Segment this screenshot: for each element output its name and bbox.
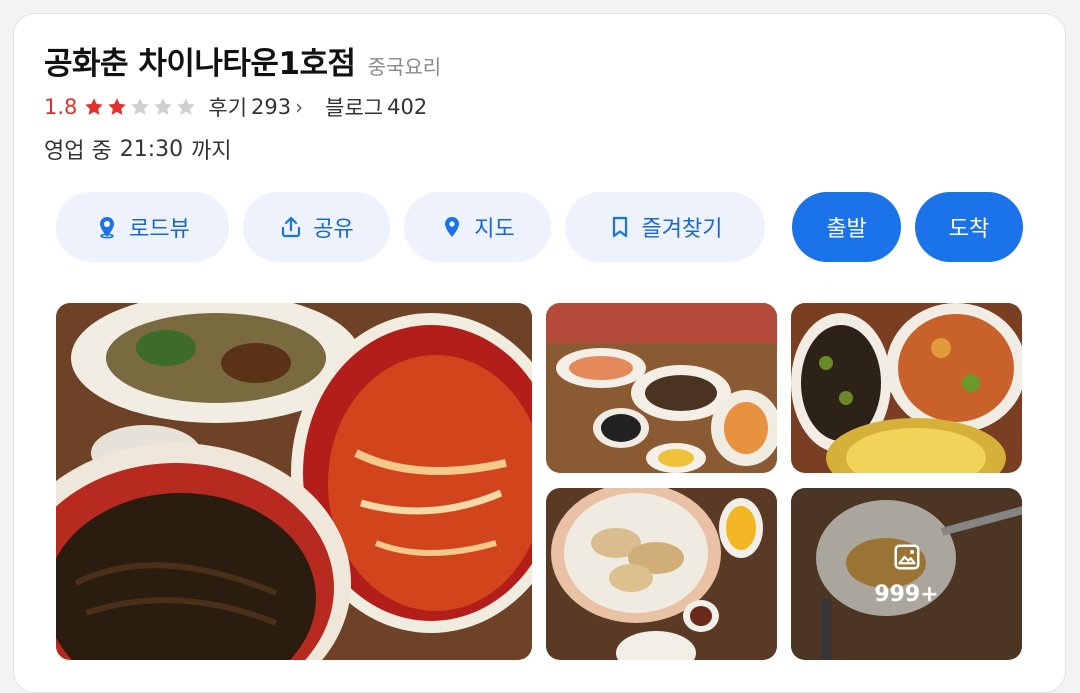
favorite-label: 즐겨찾기 <box>641 217 723 242</box>
map-label: 지도 <box>474 217 515 242</box>
hours-row: 영업 중 21:30 까지 <box>44 133 240 165</box>
rating-stars <box>83 96 198 118</box>
favorite-button[interactable]: 즐겨찾기 <box>565 192 765 262</box>
photo-more[interactable]: 999+ <box>791 488 1022 660</box>
roadview-label: 로드뷰 <box>129 217 190 242</box>
place-category: 중국요리 <box>367 55 442 79</box>
place-name[interactable]: 공화춘 차이나타운1호점 <box>44 38 356 83</box>
arrive-button[interactable]: 도착 <box>915 192 1023 262</box>
star-filled-icon <box>85 98 104 115</box>
depart-button[interactable]: 출발 <box>792 192 901 262</box>
until-label: 까지 <box>191 139 232 164</box>
chevron-right-icon[interactable]: › <box>295 95 303 119</box>
share-label: 공유 <box>313 217 354 242</box>
blog-count[interactable]: 402 <box>387 95 427 119</box>
star-empty-icon <box>154 98 173 115</box>
map-pin-icon <box>445 217 460 237</box>
arrive-label: 도착 <box>948 217 990 242</box>
more-photos-count: 999+ <box>874 581 939 607</box>
photo-4[interactable] <box>546 488 777 660</box>
roadview-button[interactable]: 로드뷰 <box>56 192 229 262</box>
share-icon <box>282 216 301 238</box>
depart-label: 출발 <box>826 217 867 242</box>
share-button[interactable]: 공유 <box>243 192 390 262</box>
star-filled-icon <box>108 98 127 115</box>
star-empty-icon <box>131 98 150 115</box>
roadview-icon <box>100 217 115 239</box>
review-count[interactable]: 293 <box>251 95 291 119</box>
bookmark-icon <box>612 216 627 238</box>
meta-row: 1.8 후기 293 › 블로그 402 <box>44 92 427 122</box>
photo-main[interactable] <box>56 303 532 660</box>
photo-2[interactable] <box>546 303 777 473</box>
open-status: 영업 중 <box>44 139 112 164</box>
map-button[interactable]: 지도 <box>404 192 551 262</box>
review-label[interactable]: 후기 <box>208 92 247 122</box>
title-row: 공화춘 차이나타운1호점 중국요리 <box>44 38 441 83</box>
image-icon <box>894 544 919 569</box>
star-empty-icon <box>177 98 196 115</box>
close-time: 21:30 <box>119 136 184 162</box>
photo-3[interactable] <box>791 303 1022 473</box>
rating-value: 1.8 <box>44 95 78 119</box>
more-photos-overlay[interactable]: 999+ <box>791 488 1022 660</box>
blog-label[interactable]: 블로그 <box>325 92 383 122</box>
